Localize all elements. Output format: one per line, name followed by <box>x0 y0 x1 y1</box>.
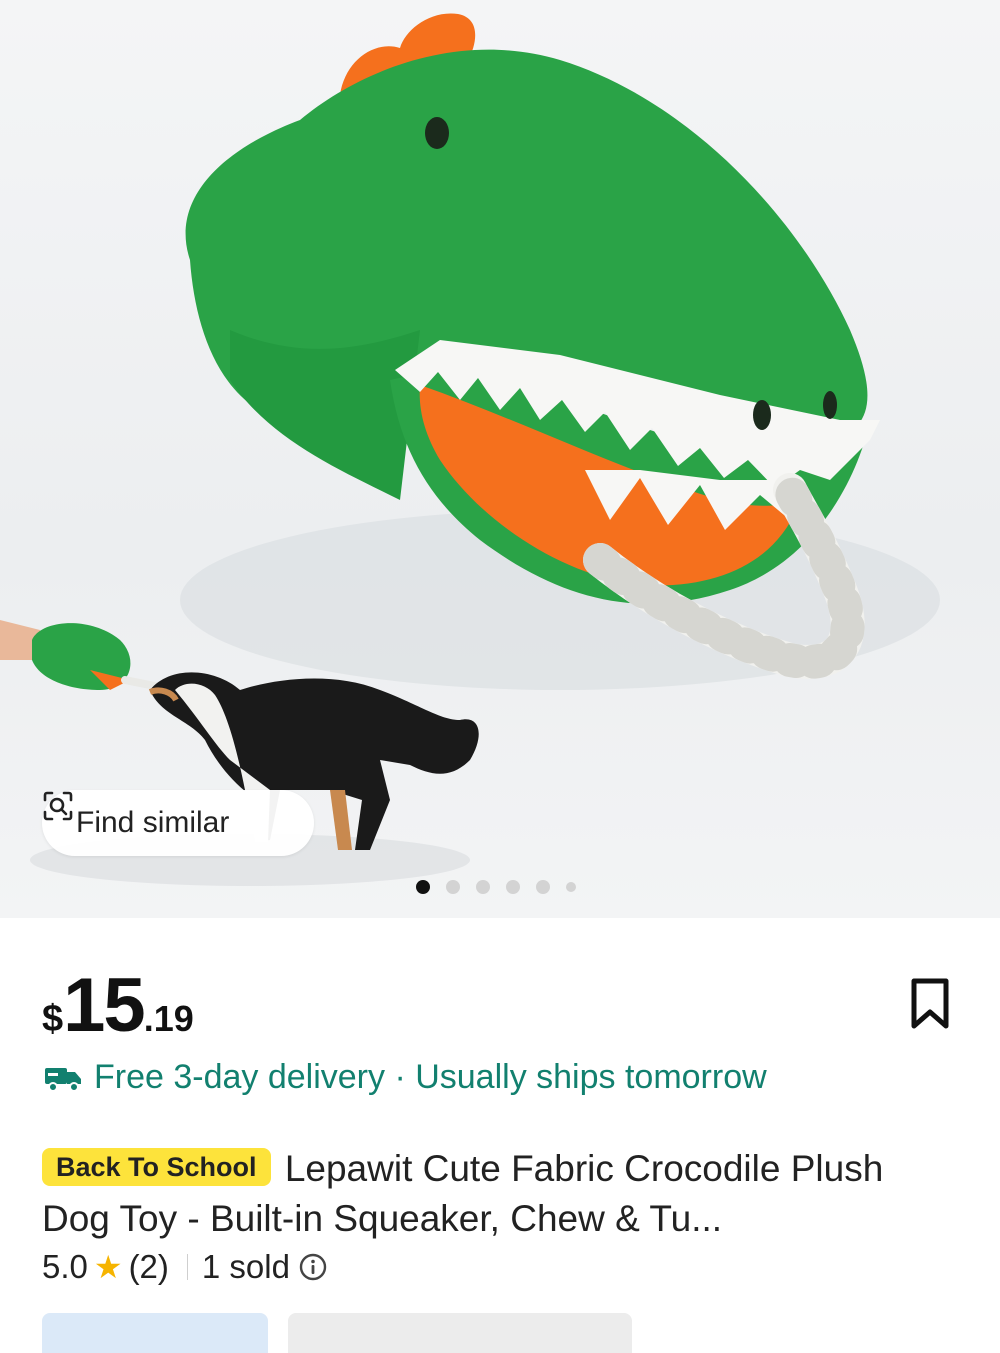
product-title[interactable]: Back To School Lepawit Cute Fabric Croco… <box>42 1144 958 1244</box>
pagination-dot-active[interactable] <box>416 880 430 894</box>
pagination-dot[interactable] <box>506 880 520 894</box>
product-image <box>0 13 940 886</box>
star-icon: ★ <box>93 1249 123 1285</box>
review-count[interactable]: (2) <box>129 1248 169 1286</box>
promo-badge: Back To School <box>42 1148 271 1186</box>
visual-search-icon <box>43 791 73 821</box>
pagination-dot[interactable] <box>446 880 460 894</box>
pagination-dot[interactable] <box>536 880 550 894</box>
bookmark-icon[interactable] <box>906 976 954 1032</box>
price-cents: .19 <box>143 998 194 1039</box>
price-whole: 15 <box>63 963 146 1048</box>
find-similar-button[interactable]: Find similar <box>42 790 314 856</box>
rating-score: 5.0 <box>42 1248 88 1285</box>
find-similar-label: Find similar <box>76 806 230 839</box>
price-currency: $ <box>42 998 64 1040</box>
delivery-text: Free 3-day delivery · Usually ships tomo… <box>94 1058 767 1096</box>
tag-chip[interactable] <box>288 1313 632 1353</box>
rating-row[interactable]: 5.0 ★ (2) 1 sold <box>42 1248 328 1286</box>
delivery-info: Free 3-day delivery · Usually ships tomo… <box>44 1058 767 1097</box>
product-price: $ 15 .19 <box>42 962 194 1049</box>
pagination-dot[interactable] <box>476 880 490 894</box>
gallery-pagination <box>416 880 576 894</box>
pagination-dot[interactable] <box>566 882 576 892</box>
info-icon[interactable] <box>298 1252 328 1282</box>
truck-icon <box>45 1067 81 1092</box>
tag-chips <box>42 1313 632 1353</box>
product-image-gallery[interactable]: Find similar <box>0 0 1000 918</box>
sold-count: 1 sold <box>201 1248 290 1285</box>
divider <box>186 1254 188 1280</box>
tag-chip[interactable] <box>42 1313 268 1353</box>
